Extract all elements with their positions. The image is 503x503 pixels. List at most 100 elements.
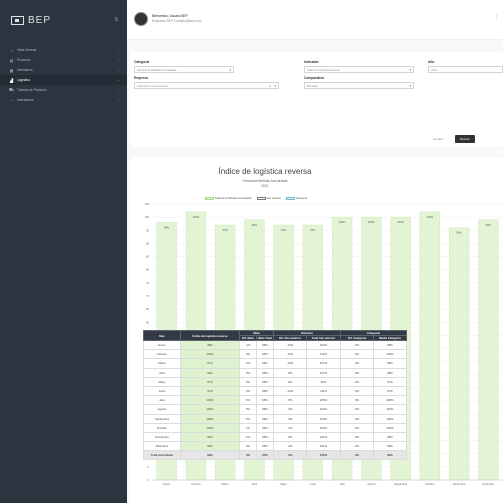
table-cell: Octubre [143, 422, 181, 433]
table-cell: 99% [373, 450, 407, 461]
buscar-button[interactable]: Buscar [455, 135, 475, 143]
sidebar-item[interactable]: ▤ Procesos › [0, 55, 127, 65]
x-tick-label: Junio [310, 482, 317, 486]
table-cell: Enero [143, 339, 181, 351]
list-icon: ▤ [9, 57, 14, 63]
table-cell: 0% [340, 385, 374, 397]
table-cell: 95% [256, 441, 274, 452]
bar-value-label: 96% [457, 231, 463, 235]
sidebar-item-label: Vista General [17, 48, 37, 52]
table-cell: 0% [340, 395, 374, 406]
table-cell: 99% [373, 441, 407, 452]
bar-value-label: 102% [427, 215, 434, 219]
table-cell: -8% [273, 367, 307, 378]
table-cell: 0% [340, 441, 374, 452]
table-cell: 97% [373, 376, 407, 387]
sidebar-item[interactable]: ⛟ Tránsito de Producto › [0, 85, 127, 95]
table-cell: 96% [180, 431, 240, 443]
table-cell: Mayo [143, 376, 181, 387]
table-cell: Diciembre [143, 441, 181, 452]
table-cell: 0% [340, 413, 374, 424]
sidebar-nav: ⌂ Vista General › ▤ Procesos › ▦ Inventarios › ▟ L… [0, 45, 127, 105]
table-row: Enero 98% -1% 95% -10% 104% 0% 98% [143, 339, 407, 351]
table-cell: 95% [256, 422, 274, 433]
table-cell: 0% [340, 358, 374, 369]
y-tick-label: 65 [146, 307, 149, 311]
bar-value-label: 97% [281, 228, 287, 232]
table-cell: 5% [239, 413, 257, 424]
x-tick-label: Abril [252, 482, 258, 486]
chevron-down-icon: ▾ [274, 83, 276, 88]
table-cell: Junio [143, 385, 181, 397]
grid-icon[interactable]: ⋮ [494, 15, 499, 21]
x-tick-label: Septiembre [394, 482, 408, 486]
table-cell: Total Acumulado [143, 450, 181, 461]
table-cell: 107% [306, 367, 341, 378]
table-cell: 102% [180, 422, 240, 433]
table-cell: 95% [256, 450, 274, 461]
x-tick-label: Mayo [280, 482, 287, 486]
bar-value-label: 100% [339, 220, 346, 224]
y-tick-label: 70 [146, 294, 149, 298]
bar-value-label: 100% [368, 220, 375, 224]
sidebar-item[interactable]: ◔ Indicadores › [0, 95, 127, 105]
table-cell: 4% [239, 441, 257, 452]
table-cell: 0% [340, 422, 374, 433]
box-icon: ▦ [9, 67, 14, 73]
table-cell: 1% [239, 431, 257, 443]
sidebar-item-label: Indicadores [17, 98, 34, 102]
table-cell: 95% [256, 367, 274, 378]
table-cell: 107% [306, 358, 341, 369]
table-cell: 102% [373, 349, 407, 360]
comparativo-value: Mensual [307, 84, 318, 88]
table-cell: 2% [239, 385, 257, 397]
empresa-select[interactable]: Seleccione una empresa × ▾ [134, 82, 279, 89]
table-cell: 95% [256, 413, 274, 424]
table-cell: 100% [180, 404, 240, 415]
indicador-value: Índice de logística reversa [307, 68, 340, 72]
x-tick-label: Marzo [222, 482, 230, 486]
clear-icon[interactable]: × [269, 84, 271, 88]
table-cell: 96% [373, 431, 407, 443]
table-cell: 0% [340, 367, 374, 378]
table-cell: 105% [306, 395, 341, 406]
table-cell: 102% [180, 349, 240, 360]
table-total-row: Total Acumulado 99% 4% 95% -6% 105% 0% 99% [143, 450, 407, 461]
chevron-right-icon: › [118, 58, 119, 62]
categoria-select[interactable]: Fabricante Bebidas Azucaradas ▾ [134, 66, 234, 73]
sidebar-item[interactable]: ▦ Inventarios › [0, 65, 127, 75]
menu-toggle-icon[interactable]: ≡ [114, 17, 118, 23]
user-email: Empresa: BEP / usuario@bep.com [152, 19, 202, 23]
x-tick-label: Febrero [191, 482, 201, 486]
table-cell: 99% [180, 450, 240, 461]
comparativo-select[interactable]: Mensual ▾ [304, 82, 414, 89]
table-cell: 0% [340, 431, 374, 443]
table-cell: 5% [239, 404, 257, 415]
table-cell: 0% [340, 349, 374, 360]
table-cell: 102% [373, 422, 407, 433]
table-cell: 101% [306, 431, 341, 443]
avatar[interactable] [134, 12, 148, 26]
sidebar-item-label: Inventarios [17, 68, 33, 72]
indicador-select[interactable]: Índice de logística reversa ▾ [304, 66, 414, 73]
table-cell: 95% [256, 385, 274, 397]
table-cell: 99% [180, 367, 240, 378]
th-mes: Mes [143, 330, 181, 341]
sidebar-item[interactable]: ▟ Logística › [0, 75, 127, 85]
table-row: Octubre 102% 7% 95% -1% 103% 0% 102% [143, 422, 407, 433]
table-cell: -10% [273, 339, 307, 351]
sidebar-item[interactable]: ⌂ Vista General › [0, 45, 127, 55]
table-cell: 114% [306, 349, 341, 360]
bar-value-label: 99% [252, 223, 258, 227]
table-cell: Noviembre [143, 431, 181, 443]
truck-icon: ⛟ [9, 87, 15, 92]
limpiar-button[interactable]: Limpiar [433, 137, 443, 141]
chevron-down-icon: ▾ [229, 67, 231, 72]
y-tick-label: 5 [148, 465, 150, 469]
x-tick-label: Agosto [367, 482, 376, 486]
y-tick-label: 0 [148, 478, 150, 482]
table-cell: -1% [273, 422, 307, 433]
th-indice: Índice de logística reversa [180, 330, 240, 341]
table-cell: 100% [373, 395, 407, 406]
ano-select[interactable]: 2021 [428, 66, 503, 73]
